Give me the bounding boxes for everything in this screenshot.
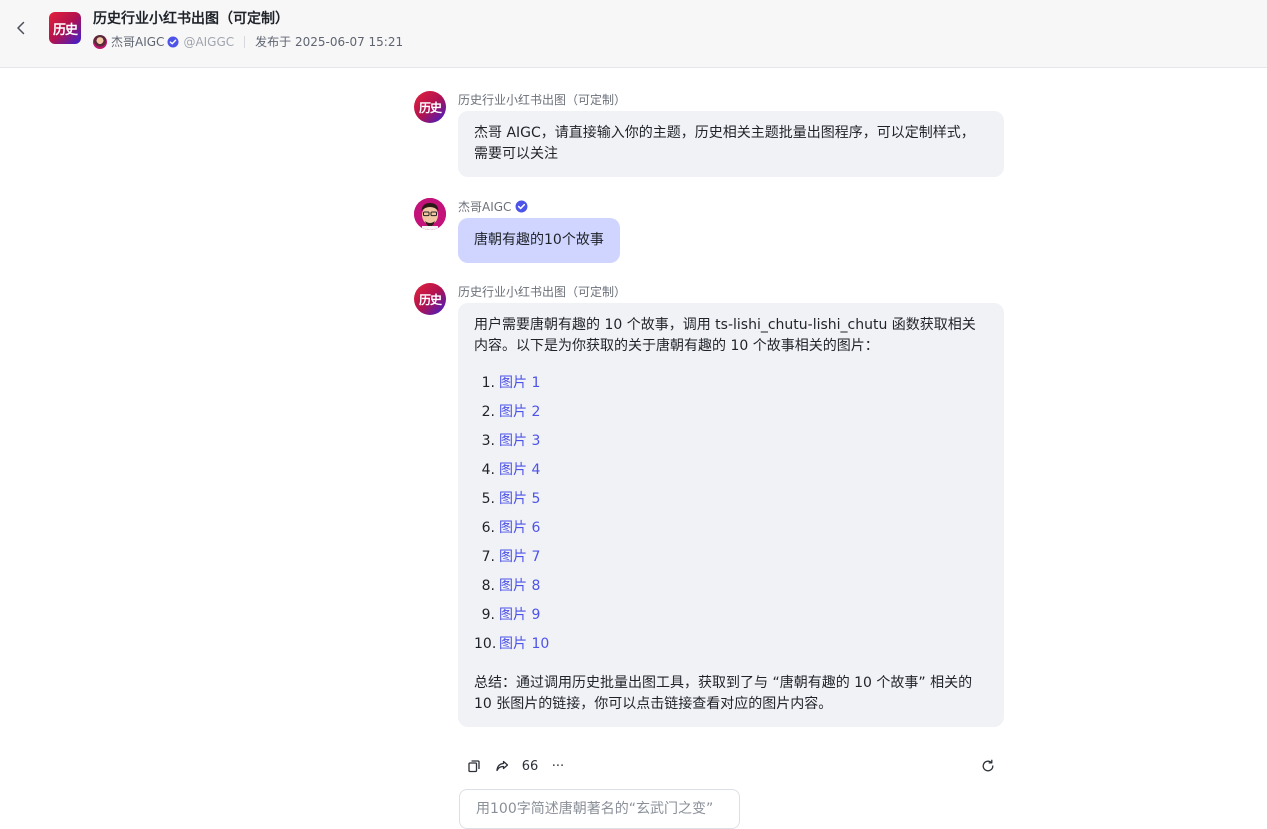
image-link[interactable]: 图片 2	[499, 402, 540, 423]
list-number: 10.	[474, 636, 497, 652]
list-item: 3. 图片 3	[474, 427, 988, 456]
image-link[interactable]: 图片 10	[499, 634, 549, 655]
refresh-icon	[982, 759, 994, 772]
message-bubble: 杰哥 AIGC，请直接输入你的主题，历史相关主题批量出图程序，可以定制样式，需要…	[458, 111, 1004, 177]
image-link[interactable]: 图片 9	[499, 605, 540, 626]
list-item: 2. 图片 2	[474, 398, 988, 427]
verified-badge-icon	[167, 36, 179, 47]
copy-button[interactable]	[466, 756, 482, 776]
sender-label: 杰哥AIGC	[458, 200, 512, 214]
list-item: 5. 图片 5	[474, 485, 988, 514]
author-avatar[interactable]	[93, 34, 107, 49]
bot-avatar[interactable]: 历史	[414, 283, 446, 315]
sender-name: 历史行业小红书出图（可定制）	[458, 93, 627, 107]
image-link[interactable]: 图片 8	[499, 576, 540, 597]
image-link[interactable]: 图片 4	[499, 460, 540, 481]
author-name[interactable]: 杰哥AIGC	[111, 33, 164, 50]
bot-meta: 杰哥AIGC @AIGGC 发布于 2025-06-07 15:21	[93, 33, 403, 50]
image-link[interactable]: 图片 1	[499, 373, 540, 394]
suggested-prompt[interactable]: 用100字简述唐朝著名的“玄武门之变”	[459, 789, 740, 829]
answer-summary: 总结：通过调用历史批量出图工具，获取到了与 “唐朝有趣的 10 个故事” 相关的…	[474, 675, 973, 712]
message-bubble: 用户需要唐朝有趣的 10 个故事，调用 ts-lishi_chutu-lishi…	[458, 303, 1004, 727]
meta-divider	[244, 35, 246, 48]
list-number: 1.	[481, 375, 495, 391]
list-number: 6.	[481, 520, 495, 536]
list-number: 3.	[481, 433, 495, 449]
user-message-bubble: 唐朝有趣的10个故事	[458, 218, 620, 263]
sender-name: 杰哥AIGC	[458, 198, 528, 215]
copy-icon	[468, 760, 480, 773]
list-number: 4.	[481, 462, 495, 478]
image-link[interactable]: 图片 7	[499, 547, 540, 568]
list-number: 2.	[481, 404, 495, 420]
image-link-list: 1. 图片 1 2. 图片 2 3. 图片 3 4. 图片 4 5. 图片 5 6. 图片 6 7. 图片…	[474, 369, 988, 659]
quote-button[interactable]: 66	[520, 756, 540, 776]
bot-logo[interactable]: 历史	[49, 12, 81, 44]
list-number: 5.	[481, 491, 495, 507]
list-number: 8.	[481, 578, 495, 594]
list-item: 1. 图片 1	[474, 369, 988, 398]
more-button[interactable]: ···	[548, 756, 568, 776]
answer-intro: 用户需要唐朝有趣的 10 个故事，调用 ts-lishi_chutu-lishi…	[474, 317, 976, 354]
memoji-avatar-icon	[414, 198, 446, 230]
back-button[interactable]	[10, 17, 32, 39]
image-link[interactable]: 图片 6	[499, 518, 540, 539]
list-item: 10. 图片 10	[474, 630, 988, 659]
user-avatar[interactable]	[414, 198, 446, 230]
sender-name: 历史行业小红书出图（可定制）	[458, 285, 627, 299]
image-link[interactable]: 图片 3	[499, 431, 540, 452]
image-link[interactable]: 图片 5	[499, 489, 540, 510]
list-item: 8. 图片 8	[474, 572, 988, 601]
list-item: 9. 图片 9	[474, 601, 988, 630]
list-item: 7. 图片 7	[474, 543, 988, 572]
bot-avatar[interactable]: 历史	[414, 91, 446, 123]
chat-header: 历史 历史行业小红书出图（可定制） 杰哥AIGC @AIGGC 发布于 2025…	[0, 0, 1267, 68]
chevron-left-icon	[17, 21, 25, 35]
message-actions: 66 ···	[458, 756, 1004, 776]
regenerate-button[interactable]	[980, 756, 996, 776]
list-number: 9.	[481, 607, 495, 623]
author-handle: @AIGGC	[183, 34, 235, 49]
list-number: 7.	[481, 549, 495, 565]
share-button[interactable]	[494, 756, 510, 776]
bot-title: 历史行业小红书出图（可定制）	[93, 11, 289, 27]
list-item: 6. 图片 6	[474, 514, 988, 543]
publish-time: 发布于 2025-06-07 15:21	[255, 35, 404, 49]
verified-badge-icon	[515, 200, 528, 213]
share-icon	[496, 760, 509, 772]
list-item: 4. 图片 4	[474, 456, 988, 485]
